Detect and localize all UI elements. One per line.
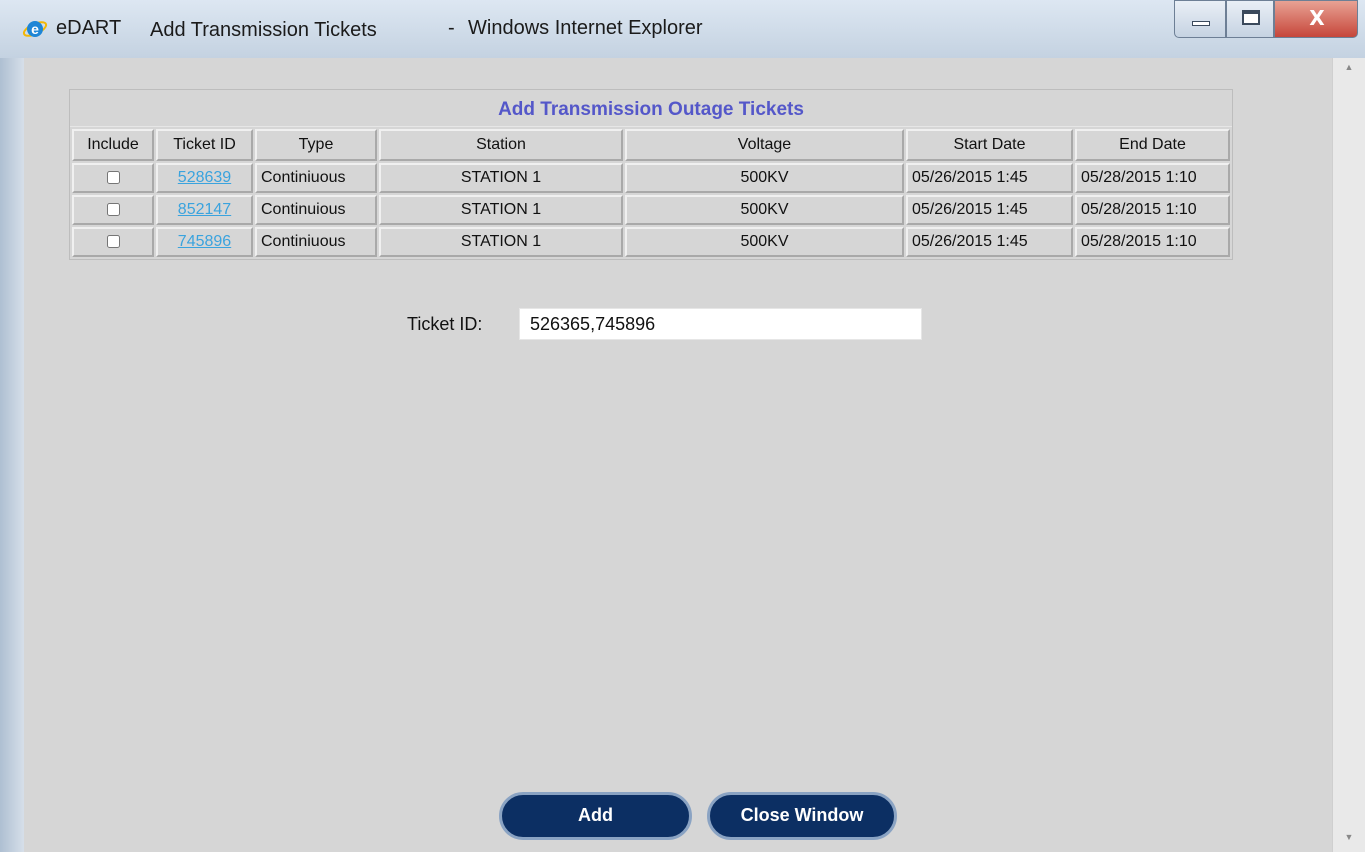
column-header-ticket-id: Ticket ID <box>156 129 253 161</box>
start-date-cell: 05/26/2015 1:45 <box>906 163 1073 193</box>
ticket-id-cell: 852147 <box>156 195 253 225</box>
table-row: 528639 Continiuous STATION 1 500KV 05/26… <box>72 163 1230 193</box>
type-cell: Continuious <box>255 195 377 225</box>
start-date-cell: 05/26/2015 1:45 <box>906 195 1073 225</box>
column-header-type: Type <box>255 129 377 161</box>
column-header-voltage: Voltage <box>625 129 904 161</box>
minimize-button[interactable] <box>1174 0 1226 38</box>
ticket-id-cell: 745896 <box>156 227 253 257</box>
tickets-panel: Add Transmission Outage Tickets Include … <box>69 89 1233 260</box>
column-header-station: Station <box>379 129 623 161</box>
maximize-button[interactable] <box>1226 0 1274 38</box>
close-icon: X <box>1309 6 1325 30</box>
ticket-id-link[interactable]: 745896 <box>178 233 231 250</box>
add-button[interactable]: Add <box>499 792 692 840</box>
start-date-cell: 05/26/2015 1:45 <box>906 227 1073 257</box>
column-header-start-date: Start Date <box>906 129 1073 161</box>
ticket-id-input[interactable] <box>519 308 922 340</box>
ticket-id-link[interactable]: 528639 <box>178 169 231 186</box>
ticket-id-label: Ticket ID: <box>407 314 483 334</box>
minimize-icon <box>1192 21 1210 26</box>
column-header-include: Include <box>72 129 154 161</box>
window-frame-left <box>0 58 24 852</box>
scroll-up-arrow-icon[interactable]: ▲ <box>1333 62 1365 78</box>
include-checkbox[interactable] <box>106 203 120 217</box>
scroll-down-arrow-icon[interactable]: ▼ <box>1333 832 1365 848</box>
type-cell: Continiuous <box>255 227 377 257</box>
table-row: 852147 Continuious STATION 1 500KV 05/26… <box>72 195 1230 225</box>
end-date-cell: 05/28/2015 1:10 <box>1075 163 1230 193</box>
ticket-id-link[interactable]: 852147 <box>178 201 231 218</box>
table-row: 745896 Continiuous STATION 1 500KV 05/26… <box>72 227 1230 257</box>
voltage-cell: 500KV <box>625 163 904 193</box>
station-cell: STATION 1 <box>379 195 623 225</box>
window-title-separator: - <box>448 17 455 39</box>
end-date-cell: 05/28/2015 1:10 <box>1075 195 1230 225</box>
table-header-row: Include Ticket ID Type Station Voltage S… <box>72 129 1230 161</box>
tickets-table: Include Ticket ID Type Station Voltage S… <box>70 127 1232 259</box>
voltage-cell: 500KV <box>625 227 904 257</box>
column-header-end-date: End Date <box>1075 129 1230 161</box>
include-cell <box>72 195 154 225</box>
vertical-scrollbar[interactable]: ▲ ▼ <box>1332 58 1365 852</box>
include-cell <box>72 227 154 257</box>
include-checkbox[interactable] <box>106 235 120 249</box>
include-cell <box>72 163 154 193</box>
page-content: Add Transmission Outage Tickets Include … <box>24 58 1332 852</box>
window-title-browser: Windows Internet Explorer <box>468 17 703 39</box>
window-title-page: Add Transmission Tickets <box>150 19 377 41</box>
close-window-button[interactable]: Close Window <box>707 792 897 840</box>
tickets-table-title: Add Transmission Outage Tickets <box>70 90 1232 127</box>
internet-explorer-icon: e <box>22 21 48 37</box>
voltage-cell: 500KV <box>625 195 904 225</box>
svg-text:e: e <box>31 21 39 37</box>
end-date-cell: 05/28/2015 1:10 <box>1075 227 1230 257</box>
close-button[interactable]: X <box>1274 0 1358 38</box>
include-checkbox[interactable] <box>106 171 120 185</box>
type-cell: Continiuous <box>255 163 377 193</box>
window-title-bar: e eDART Add Transmission Tickets - Windo… <box>0 0 1365 58</box>
window-title-app: eDART <box>56 17 122 39</box>
station-cell: STATION 1 <box>379 163 623 193</box>
ticket-id-cell: 528639 <box>156 163 253 193</box>
station-cell: STATION 1 <box>379 227 623 257</box>
maximize-icon <box>1242 10 1260 25</box>
